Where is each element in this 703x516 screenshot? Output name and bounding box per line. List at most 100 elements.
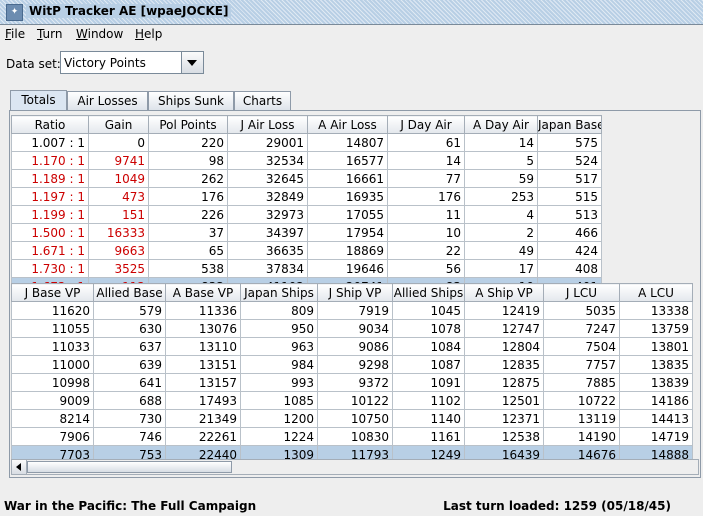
table-row[interactable]: 1.730 : 1 3525 538 37834 19646 56 17 408 bbox=[11, 259, 602, 278]
table-cell: 7504 bbox=[543, 337, 620, 356]
table-row[interactable]: 11055 630 13076 950 9034 1078 12747 7247 13759 bbox=[11, 319, 693, 338]
menu-turn[interactable]: Turn bbox=[37, 27, 62, 41]
menu-bar: File Turn Window Help bbox=[0, 25, 703, 45]
table-cell: 13835 bbox=[619, 355, 693, 374]
table-cell: 12538 bbox=[464, 427, 544, 446]
tab-ships-sunk[interactable]: Ships Sunk bbox=[148, 91, 234, 110]
table-cell: 9741 bbox=[88, 151, 149, 170]
column-header[interactable]: A Base VP bbox=[165, 283, 241, 302]
table-cell: 36635 bbox=[227, 241, 308, 260]
table-cell: 37834 bbox=[227, 259, 308, 278]
table-row[interactable]: 1.007 : 1 0 220 29001 14807 61 14 575 bbox=[11, 133, 602, 152]
scroll-left-icon[interactable] bbox=[12, 460, 27, 474]
table-cell: 12419 bbox=[464, 301, 544, 320]
column-header[interactable]: A Day Air bbox=[464, 115, 538, 134]
table-cell: 408 bbox=[537, 259, 602, 278]
table-cell: 7247 bbox=[543, 319, 620, 338]
table-cell: 49 bbox=[464, 241, 538, 260]
column-header[interactable]: Japan Ships bbox=[240, 283, 318, 302]
table-cell: 13076 bbox=[165, 319, 241, 338]
column-header[interactable]: Gain bbox=[88, 115, 149, 134]
table-row[interactable]: 1.197 : 1 473 176 32849 16935 176 253 515 bbox=[11, 187, 602, 206]
table-row[interactable]: 1.189 : 1 1049 262 32645 16661 77 59 517 bbox=[11, 169, 602, 188]
table-cell: 993 bbox=[240, 373, 318, 392]
table-cell: 22261 bbox=[165, 427, 241, 446]
menu-help[interactable]: Help bbox=[135, 27, 162, 41]
table-row[interactable]: 1.199 : 1 151 226 32973 17055 11 4 513 bbox=[11, 205, 602, 224]
table-cell: 9034 bbox=[317, 319, 393, 338]
table-cell: 16333 bbox=[88, 223, 149, 242]
table-cell: 14 bbox=[387, 151, 465, 170]
table-cell: 13151 bbox=[165, 355, 241, 374]
scrollbar-thumb[interactable] bbox=[27, 461, 232, 473]
table-row[interactable]: 11620 579 11336 809 7919 1045 12419 5035 13338 bbox=[11, 301, 693, 320]
totals-table[interactable]: Ratio Gain Pol Points J Air Loss A Air Loss J… bbox=[11, 115, 602, 296]
table-row[interactable]: 1.170 : 1 9741 98 32534 16577 14 5 524 bbox=[11, 151, 602, 170]
table-cell: 9298 bbox=[317, 355, 393, 374]
vp-table[interactable]: J Base VP Allied Base A Base VP Japan Ships… bbox=[11, 283, 693, 464]
table-cell: 11620 bbox=[11, 301, 94, 320]
table-cell: 11 bbox=[387, 205, 465, 224]
status-last-turn: Last turn loaded: 1259 (05/18/45) bbox=[443, 499, 671, 513]
column-header[interactable]: J Base VP bbox=[11, 283, 94, 302]
table-row[interactable]: 11033 637 13110 963 9086 1084 12804 7504 13801 bbox=[11, 337, 693, 356]
tab-charts[interactable]: Charts bbox=[234, 91, 291, 110]
table-cell: 575 bbox=[537, 133, 602, 152]
horizontal-scrollbar[interactable] bbox=[11, 459, 699, 475]
table-cell: 17954 bbox=[307, 223, 388, 242]
column-header[interactable]: Ratio bbox=[11, 115, 89, 134]
table-cell: 7757 bbox=[543, 355, 620, 374]
table-cell: 1078 bbox=[392, 319, 465, 338]
tab-air-losses[interactable]: Air Losses bbox=[67, 91, 148, 110]
table-cell: 513 bbox=[537, 205, 602, 224]
table-cell: 641 bbox=[93, 373, 166, 392]
table-cell: 32849 bbox=[227, 187, 308, 206]
column-header[interactable]: J Air Loss bbox=[227, 115, 308, 134]
table-cell: 11055 bbox=[11, 319, 94, 338]
dataset-value: Victory Points bbox=[64, 56, 146, 70]
column-header[interactable]: Pol Points bbox=[148, 115, 228, 134]
table-cell: 59 bbox=[464, 169, 538, 188]
table-cell: 12747 bbox=[464, 319, 544, 338]
title-bar[interactable]: ✦ WitP Tracker AE [wpaeJOCKE] bbox=[0, 0, 703, 25]
table-cell: 7919 bbox=[317, 301, 393, 320]
table-cell: 151 bbox=[88, 205, 149, 224]
chevron-down-icon[interactable] bbox=[181, 52, 203, 73]
column-header[interactable]: Allied Ships bbox=[392, 283, 465, 302]
table-row[interactable]: 10998 641 13157 993 9372 1091 12875 7885 13839 bbox=[11, 373, 693, 392]
table-cell: 3525 bbox=[88, 259, 149, 278]
table-cell: 1.197 : 1 bbox=[11, 187, 89, 206]
table-cell: 22 bbox=[387, 241, 465, 260]
column-header[interactable]: A LCU bbox=[619, 283, 693, 302]
table-cell: 517 bbox=[537, 169, 602, 188]
column-header[interactable]: Japan Base bbox=[537, 115, 602, 134]
column-header[interactable]: J Day Air bbox=[387, 115, 465, 134]
table-cell: 16661 bbox=[307, 169, 388, 188]
tab-totals[interactable]: Totals bbox=[10, 90, 67, 111]
table-row[interactable]: 8214 730 21349 1200 10750 1140 12371 13119 14413 bbox=[11, 409, 693, 428]
table-row[interactable]: 7906 746 22261 1224 10830 1161 12538 14190 14719 bbox=[11, 427, 693, 446]
column-header[interactable]: J Ship VP bbox=[317, 283, 393, 302]
app-icon: ✦ bbox=[6, 4, 23, 21]
table-cell: 746 bbox=[93, 427, 166, 446]
column-header[interactable]: J LCU bbox=[543, 283, 620, 302]
table-cell: 10830 bbox=[317, 427, 393, 446]
table-cell: 524 bbox=[537, 151, 602, 170]
table-cell: 473 bbox=[88, 187, 149, 206]
table-cell: 1224 bbox=[240, 427, 318, 446]
column-header[interactable]: A Air Loss bbox=[307, 115, 388, 134]
table-cell: 515 bbox=[537, 187, 602, 206]
table-row[interactable]: 1.671 : 1 9663 65 36635 18869 22 49 424 bbox=[11, 241, 602, 260]
table-cell: 176 bbox=[148, 187, 228, 206]
dataset-select[interactable]: Victory Points bbox=[60, 51, 204, 74]
table-cell: 538 bbox=[148, 259, 228, 278]
menu-file[interactable]: File bbox=[5, 27, 25, 41]
column-header[interactable]: A Ship VP bbox=[464, 283, 544, 302]
table-row[interactable]: 9009 688 17493 1085 10122 1102 12501 10722 14186 bbox=[11, 391, 693, 410]
table-row[interactable]: 11000 639 13151 984 9298 1087 12835 7757 13835 bbox=[11, 355, 693, 374]
table-cell: 10122 bbox=[317, 391, 393, 410]
column-header[interactable]: Allied Base bbox=[93, 283, 166, 302]
table-cell: 61 bbox=[387, 133, 465, 152]
table-row[interactable]: 1.500 : 1 16333 37 34397 17954 10 2 466 bbox=[11, 223, 602, 242]
menu-window[interactable]: Window bbox=[76, 27, 123, 41]
